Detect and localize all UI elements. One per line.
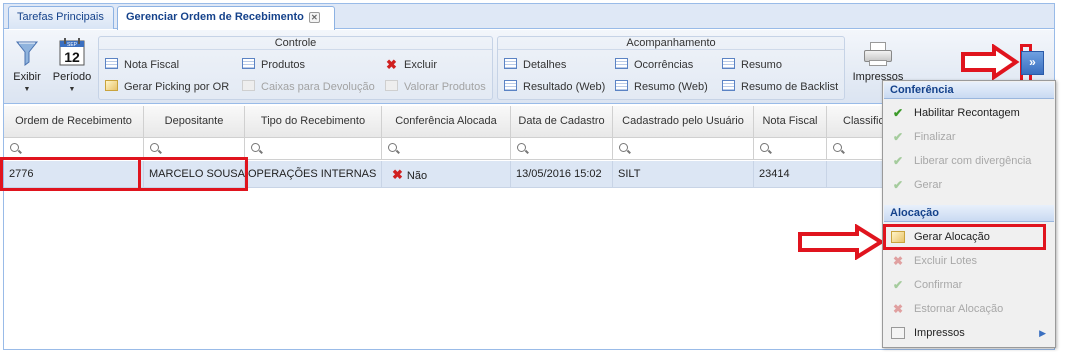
filter-usuario[interactable] (613, 138, 754, 160)
caixas-devolucao-button[interactable]: Caixas para Devolução (242, 79, 375, 95)
tab-gerenciar-ordem[interactable]: Gerenciar Ordem de Recebimento ✕ (117, 6, 335, 30)
edit-icon (242, 80, 255, 91)
search-icon (833, 143, 842, 152)
search-icon (760, 143, 769, 152)
col-data-cadastro[interactable]: Data de Cadastro (511, 106, 613, 138)
menu-impressos[interactable]: Impressos ▶ (884, 322, 1054, 344)
annotation-arrow-icon (961, 44, 1020, 80)
menu-gerar[interactable]: ✔ Gerar (884, 174, 1054, 196)
search-icon (10, 143, 19, 152)
menu-habilitar-recontagem[interactable]: ✔ Habilitar Recontagem (884, 102, 1054, 124)
col-conferencia-alocada[interactable]: Conferência Alocada (382, 106, 511, 138)
nota-fiscal-button[interactable]: Nota Fiscal (105, 57, 179, 73)
cell-usuario: SILT (613, 161, 754, 188)
check-icon: ✔ (892, 154, 904, 168)
cross-icon: ✖ (392, 167, 403, 182)
dropdown-arrow-icon: ▼ (23, 86, 31, 93)
menu-section-conferencia: Conferência (884, 82, 1054, 99)
highlight-box-gerar-alocacao (883, 224, 1046, 250)
filter-data[interactable] (511, 138, 613, 160)
delete-icon: ✖ (386, 57, 397, 72)
cell-conferencia: ✖ Não (382, 161, 511, 188)
overflow-menu: Conferência ✔ Habilitar Recontagem ✔ Final… (882, 80, 1056, 348)
resumo-web-button[interactable]: Resumo (Web) (615, 79, 708, 95)
search-icon (150, 143, 159, 152)
expand-menu-button[interactable]: » (1021, 51, 1044, 75)
table-icon (105, 58, 118, 69)
filter-conferencia[interactable] (382, 138, 511, 160)
col-tipo-recebimento[interactable]: Tipo do Recebimento (245, 106, 382, 138)
detalhes-button[interactable]: Detalhes (504, 57, 566, 73)
check-icon: ✔ (892, 130, 904, 144)
col-ordem-recebimento[interactable]: Ordem de Recebimento (4, 106, 144, 138)
col-cadastrado-usuario[interactable]: Cadastrado pelo Usuário (613, 106, 754, 138)
cross-icon: ✖ (892, 254, 904, 268)
annotation-arrow-icon (798, 224, 885, 260)
menu-estornar-alocacao[interactable]: ✖ Estornar Alocação (884, 298, 1054, 320)
search-icon (619, 143, 628, 152)
svg-text:12: 12 (64, 49, 80, 65)
resumo-backlist-button[interactable]: Resumo de Backlist (722, 79, 838, 95)
gerar-picking-button[interactable]: Gerar Picking por OR (105, 79, 229, 95)
filter-tipo[interactable] (245, 138, 382, 160)
col-depositante[interactable]: Depositante (144, 106, 245, 138)
acompanhamento-group: Acompanhamento Detalhes Ocorrências Resu… (497, 36, 845, 100)
submenu-arrow-icon: ▶ (1039, 328, 1046, 338)
controle-group: Controle Nota Fiscal Produtos ✖ Excluir G… (98, 36, 493, 100)
printer-icon (891, 327, 905, 339)
cell-nota: 23414 (754, 161, 827, 188)
check-icon: ✔ (892, 178, 904, 192)
table-icon (242, 58, 255, 69)
tab-bar: Tarefas Principais Gerenciar Ordem de Re… (4, 4, 1054, 30)
periodo-label: Período (52, 71, 92, 83)
cross-icon: ✖ (892, 302, 904, 316)
edit-icon (385, 80, 398, 91)
cell-data: 13/05/2016 15:02 (511, 161, 613, 188)
filter-icon (15, 41, 39, 66)
acompanhamento-title: Acompanhamento (498, 37, 844, 50)
exibir-label: Exibir (13, 71, 41, 83)
cell-tipo: OPERAÇÕES INTERNAS (245, 161, 382, 188)
ocorrencias-button[interactable]: Ocorrências (615, 57, 693, 73)
table-icon (615, 58, 628, 69)
resumo-button[interactable]: Resumo (722, 57, 782, 73)
menu-finalizar[interactable]: ✔ Finalizar (884, 126, 1054, 148)
excluir-button[interactable]: ✖ Excluir (385, 57, 437, 73)
search-icon (251, 143, 260, 152)
calendar-icon: SEP 12 (59, 38, 85, 66)
svg-text:SEP: SEP (67, 42, 78, 48)
tab-label: Gerenciar Ordem de Recebimento (126, 11, 304, 23)
table-icon (504, 58, 517, 69)
valorar-produtos-button[interactable]: Valorar Produtos (385, 79, 486, 95)
edit-icon (105, 80, 118, 91)
close-icon[interactable]: ✕ (308, 12, 320, 23)
produtos-button[interactable]: Produtos (242, 57, 305, 73)
menu-confirmar[interactable]: ✔ Confirmar (884, 274, 1054, 296)
tab-tarefas-principais[interactable]: Tarefas Principais (8, 6, 114, 29)
table-icon (615, 80, 628, 91)
check-icon: ✔ (892, 106, 904, 120)
exibir-button[interactable]: Exibir ▼ (9, 40, 45, 93)
search-icon (388, 143, 397, 152)
col-nota-fiscal[interactable]: Nota Fiscal (754, 106, 827, 138)
search-icon (517, 143, 526, 152)
menu-section-alocacao: Alocação (884, 205, 1054, 222)
printer-icon (863, 42, 893, 66)
dropdown-arrow-icon: ▼ (68, 86, 76, 93)
impressos-button[interactable]: Impressos (848, 42, 908, 83)
filter-nota[interactable] (754, 138, 827, 160)
table-icon (722, 80, 735, 91)
resultado-web-button[interactable]: Resultado (Web) (504, 79, 605, 95)
menu-liberar-divergencia[interactable]: ✔ Liberar com divergência (884, 150, 1054, 172)
highlight-box-depositante (138, 157, 248, 191)
table-icon (504, 80, 517, 91)
controle-title: Controle (99, 37, 492, 50)
periodo-button[interactable]: SEP 12 Período ▼ (50, 38, 94, 93)
check-icon: ✔ (892, 278, 904, 292)
table-icon (722, 58, 735, 69)
menu-excluir-lotes[interactable]: ✖ Excluir Lotes (884, 250, 1054, 272)
